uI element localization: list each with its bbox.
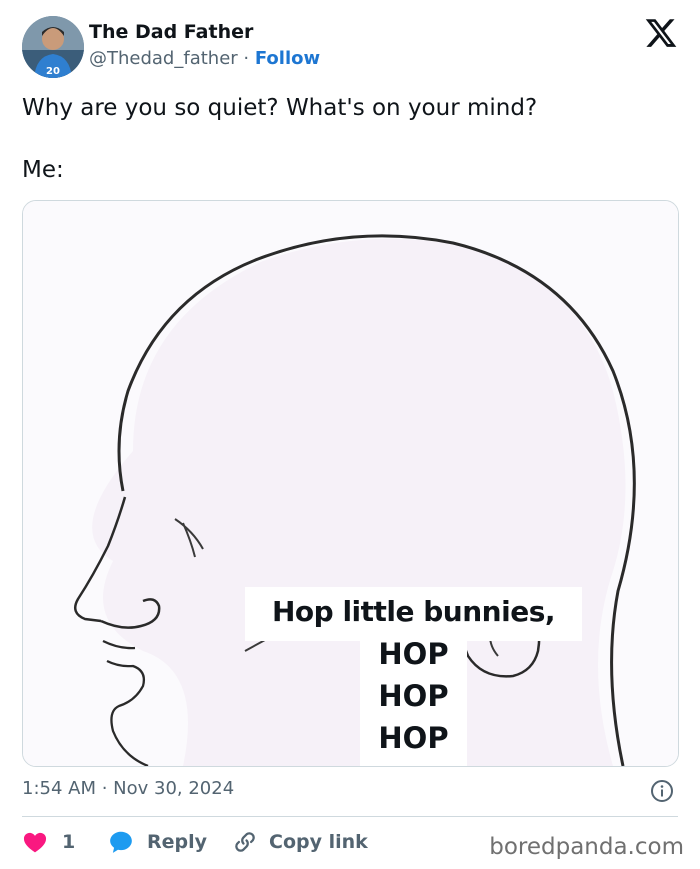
link-icon [235,832,255,852]
avatar-image: 20 [22,16,84,78]
copy-link-label: Copy link [269,831,368,853]
heart-icon [23,832,47,853]
divider [22,816,678,817]
info-icon[interactable] [650,779,674,803]
author-handle-row: @Thedad_father · Follow [89,48,320,69]
meme-hop-block: HOP HOP HOP [360,633,467,766]
like-count: 1 [62,831,76,853]
tweet-timestamp[interactable]: 1:54 AM · Nov 30, 2024 [22,778,234,799]
watermark: boredpanda.com [489,834,684,860]
meme-hop-1: HOP [378,637,449,671]
meme-hop-3: HOP [378,721,449,755]
tweet-text-line-2: Me: [22,157,64,183]
follow-button[interactable]: Follow [255,48,320,69]
meme-hop-2: HOP [378,679,449,713]
copy-link-button[interactable]: Copy link [232,828,368,856]
reply-label: Reply [147,831,208,853]
handle-separator: · [237,48,255,69]
x-logo-icon[interactable] [644,16,678,50]
like-button[interactable]: 1 [22,828,75,856]
svg-text:20: 20 [46,66,60,77]
reply-button[interactable]: Reply [108,828,207,856]
author-name[interactable]: The Dad Father [89,21,253,43]
avatar[interactable]: 20 [22,16,84,78]
tweet-media[interactable]: Hop little bunnies, HOP HOP HOP [22,200,679,767]
head-sketch-image [23,201,678,766]
speech-bubble-icon [110,831,132,853]
action-bar: 1 Reply Copy link [22,828,502,856]
author-handle[interactable]: @Thedad_father [89,48,238,69]
tweet-text-line-1: Why are you so quiet? What's on your min… [22,95,538,121]
